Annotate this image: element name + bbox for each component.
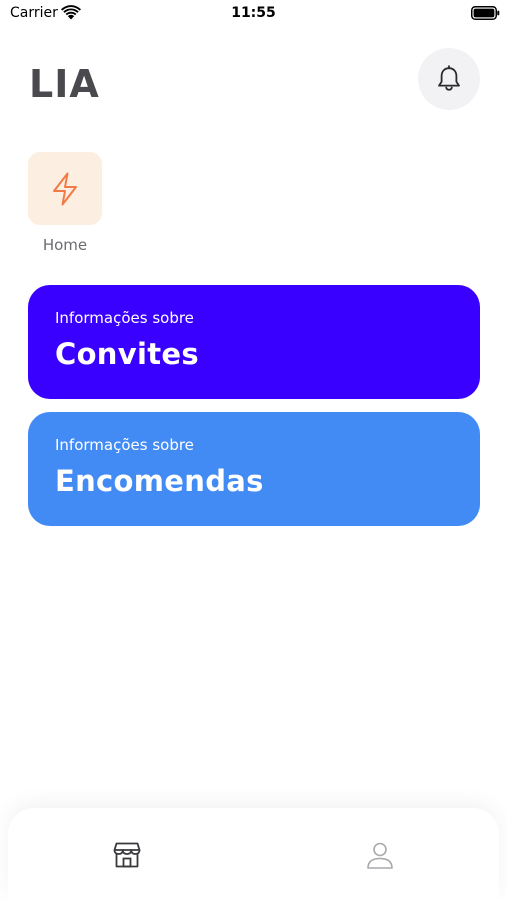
battery-icon (471, 6, 500, 20)
card-convites-subtitle: Informações sobre (55, 309, 194, 327)
card-encomendas[interactable]: Informações sobre Encomendas (28, 412, 480, 526)
card-encomendas-subtitle: Informações sobre (55, 436, 194, 454)
lightning-icon (53, 172, 77, 205)
user-icon (367, 842, 393, 869)
shortcut-home-label: Home (42, 236, 88, 254)
status-time: 11:55 (231, 5, 276, 21)
tab-bar (8, 808, 499, 900)
card-encomendas-title: Encomendas (55, 464, 264, 498)
shortcut-home-tile (28, 152, 102, 225)
store-icon (113, 842, 141, 868)
card-convites-title: Convites (55, 337, 199, 371)
status-bar: Carrier 11:55 (0, 0, 507, 28)
tab-profile[interactable] (363, 838, 397, 872)
shortcut-home[interactable]: Home (24, 152, 106, 258)
card-convites[interactable]: Informações sobre Convites (28, 285, 480, 399)
tab-store[interactable] (110, 838, 144, 872)
bell-icon (438, 65, 460, 91)
notifications-button[interactable] (418, 48, 480, 110)
page-title: LIA (29, 62, 100, 106)
